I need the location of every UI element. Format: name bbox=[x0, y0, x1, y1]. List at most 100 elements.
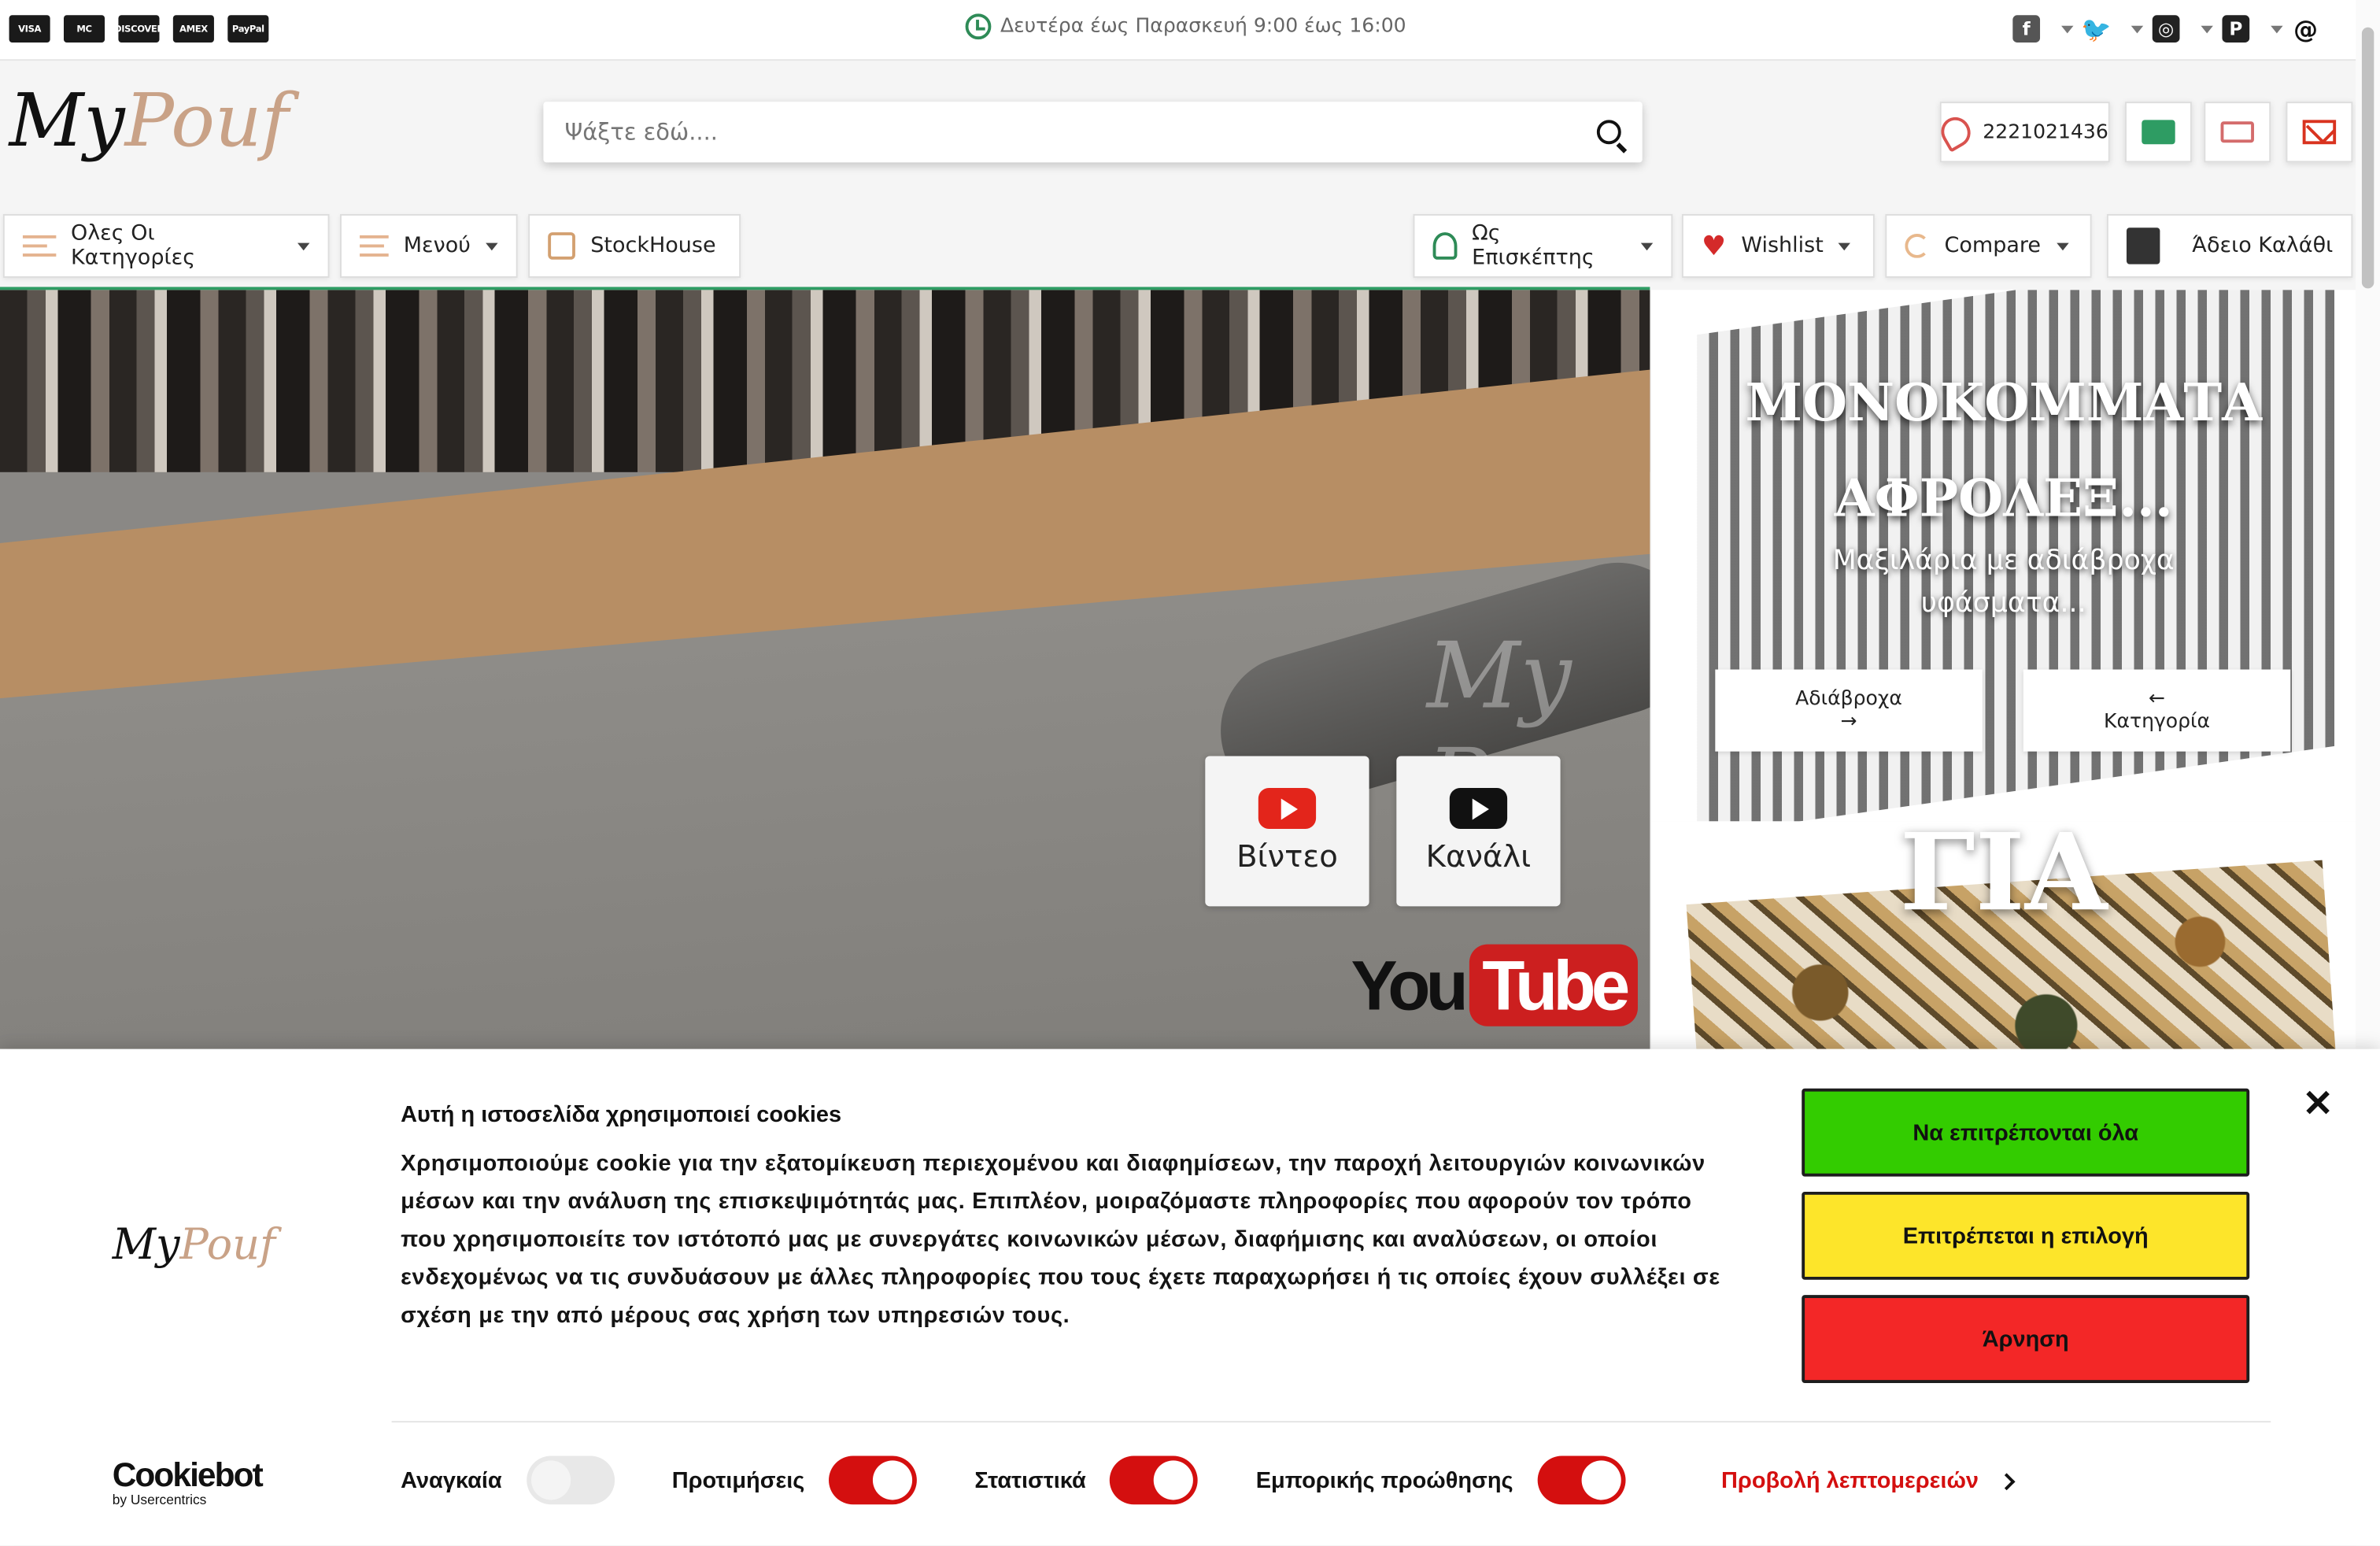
preferences-toggle[interactable] bbox=[829, 1455, 918, 1505]
promo2-title: ΓΙΑ bbox=[1899, 821, 2108, 936]
amex-icon: AMEX bbox=[172, 15, 214, 43]
twitter-icon[interactable]: 🐦 bbox=[2081, 14, 2111, 43]
contact-button[interactable] bbox=[2286, 102, 2353, 163]
channel-button[interactable]: Κανάλι bbox=[1396, 756, 1561, 907]
youtube-play-icon bbox=[1258, 787, 1317, 830]
payment-button[interactable] bbox=[2125, 102, 2192, 163]
shipping-button[interactable] bbox=[2204, 102, 2271, 163]
caret-down-icon bbox=[1839, 242, 1851, 250]
social-facebook[interactable]: f bbox=[2012, 15, 2041, 43]
scrollbar-thumb[interactable] bbox=[2361, 27, 2374, 289]
toggle-label-necessary: Αναγκαία bbox=[401, 1466, 502, 1493]
youtube-logo-you: You bbox=[1351, 945, 1468, 1025]
caret-down-icon bbox=[486, 242, 498, 250]
category-button[interactable]: ← Κατηγορία bbox=[2023, 669, 2291, 752]
chevron-right-icon bbox=[1997, 1472, 2015, 1490]
cookie-consent-banner: MyPouf Αυτή η ιστοσελίδα χρησιμοποιεί co… bbox=[0, 1049, 2380, 1546]
allow-selection-button[interactable]: Επιτρέπεται η επιλογή bbox=[1802, 1191, 2250, 1280]
shopping-bag-icon bbox=[2126, 227, 2160, 264]
phone-button[interactable]: 2221021436 bbox=[1935, 102, 2110, 163]
logo-text-my: My bbox=[9, 79, 125, 165]
nav-categories-label: Ολες Οι Κατηγορίες bbox=[70, 221, 196, 271]
caret-down-icon bbox=[2056, 242, 2068, 250]
hero-video-banner[interactable]: My Po bbox=[0, 290, 1650, 1049]
cookie-toggles: Αναγκαία Προτιμήσεις Στατιστικά Εμπορική… bbox=[401, 1455, 1683, 1505]
nav-cart[interactable]: Άδειο Καλάθι bbox=[2106, 213, 2353, 278]
nav-stockhouse[interactable]: StockHouse bbox=[528, 213, 741, 278]
social-pinterest[interactable]: P bbox=[2201, 15, 2250, 43]
close-icon[interactable]: ✕ bbox=[2303, 1082, 2334, 1126]
youtube-play-icon bbox=[1449, 787, 1508, 830]
toggle-group-statistics: Στατιστικά bbox=[974, 1455, 1199, 1505]
nav-wishlist[interactable]: ♥ Wishlist bbox=[1681, 213, 1875, 278]
business-hours: Δευτέρα έως Παρασκευή 9:00 έως 16:00 bbox=[965, 13, 1406, 40]
deny-button[interactable]: Άρνηση bbox=[1802, 1295, 2250, 1383]
waterproof-button-label: Αδιάβροχα bbox=[1795, 687, 1902, 711]
phone-number: 2221021436 bbox=[1983, 120, 2108, 144]
caret-down-icon bbox=[2061, 24, 2074, 33]
cookiebot-wordmark: Cookiebot bbox=[112, 1455, 264, 1494]
cookie-logo-my: My bbox=[112, 1219, 180, 1270]
caret-down-icon bbox=[2271, 24, 2283, 33]
social-twitter[interactable]: 🐦 bbox=[2061, 14, 2112, 43]
cookie-description: Χρησιμοποιούμε cookie για την εξατομίκευ… bbox=[401, 1150, 1720, 1329]
mail-icon bbox=[2302, 120, 2337, 145]
promo-subtitle-line2: υφάσματα... bbox=[1920, 587, 2086, 620]
cookie-logo-pouf: Pouf bbox=[179, 1219, 275, 1270]
necessary-toggle bbox=[526, 1455, 615, 1505]
site-logo[interactable]: MyPouf bbox=[9, 85, 289, 158]
nav-guest-label: Ως Επισκέπτης bbox=[1472, 221, 1595, 271]
nav-menu[interactable]: Μενού bbox=[340, 213, 518, 278]
channel-button-label: Κανάλι bbox=[1425, 838, 1532, 875]
heart-icon: ♥ bbox=[1701, 230, 1727, 262]
nav-wishlist-label: Wishlist bbox=[1741, 234, 1824, 258]
social-instagram[interactable]: ◎ bbox=[2131, 15, 2180, 43]
pinterest-icon[interactable]: P bbox=[2222, 15, 2250, 43]
toggle-group-marketing: Εμπορικής προώθησης bbox=[1255, 1455, 1626, 1505]
discover-icon: DISCOVER bbox=[114, 15, 164, 43]
marketing-toggle[interactable] bbox=[1537, 1455, 1626, 1505]
caret-down-icon bbox=[1640, 242, 1654, 250]
youtube-logo: You Tube bbox=[1351, 944, 1638, 1026]
social-threads[interactable]: @ bbox=[2271, 14, 2319, 43]
cookie-title: Αυτή η ιστοσελίδα χρησιμοποιεί cookies bbox=[401, 1102, 842, 1128]
allow-all-button[interactable]: Να επιτρέπονται όλα bbox=[1802, 1088, 2250, 1177]
mastercard-icon: MC bbox=[64, 15, 105, 43]
youtube-logo-tube: Tube bbox=[1469, 944, 1638, 1026]
caret-down-icon bbox=[298, 242, 310, 250]
threads-icon[interactable]: @ bbox=[2292, 14, 2319, 43]
toggle-label-marketing: Εμπορικής προώθησης bbox=[1255, 1466, 1513, 1493]
payment-cards: VISA MC DISCOVER AMEX PayPal bbox=[9, 15, 269, 43]
paypal-icon: PayPal bbox=[227, 15, 269, 43]
facebook-icon[interactable]: f bbox=[2012, 15, 2041, 43]
nav-cart-label: Άδειο Καλάθι bbox=[2192, 234, 2334, 258]
toggle-label-statistics: Στατιστικά bbox=[974, 1466, 1086, 1493]
caret-down-icon bbox=[2201, 24, 2213, 33]
search-icon[interactable] bbox=[1596, 120, 1621, 145]
cookiebot-logo[interactable]: Cookiebot by Usercentrics bbox=[112, 1455, 264, 1508]
promo-title-line1: ΜΟΝΟΚΟΜΜΑΤΑ bbox=[1745, 373, 2263, 435]
promo-panel-jungle[interactable]: ΓΙΑ bbox=[1651, 821, 2356, 1049]
arrow-right-icon: → bbox=[1840, 710, 1857, 734]
business-hours-text: Δευτέρα έως Παρασκευή 9:00 έως 16:00 bbox=[1000, 15, 1406, 39]
waterproof-button[interactable]: Αδιάβροχα → bbox=[1715, 669, 1983, 752]
toggle-label-preferences: Προτιμήσεις bbox=[671, 1466, 805, 1493]
cookie-site-logo: MyPouf bbox=[113, 1219, 275, 1270]
caret-down-icon bbox=[2131, 24, 2144, 33]
search-input[interactable] bbox=[564, 118, 1597, 146]
nav-guest[interactable]: Ως Επισκέπτης bbox=[1413, 213, 1673, 278]
nav-compare[interactable]: Compare bbox=[1885, 213, 2092, 278]
video-button[interactable]: Βίντεο bbox=[1205, 756, 1369, 907]
nav-all-categories[interactable]: Ολες Οι Κατηγορίες bbox=[2, 213, 330, 278]
statistics-toggle[interactable] bbox=[1110, 1455, 1199, 1505]
toggle-group-necessary: Αναγκαία bbox=[401, 1455, 615, 1505]
wallet-icon bbox=[2142, 120, 2175, 145]
user-icon bbox=[1432, 232, 1457, 260]
menu-lines-icon bbox=[22, 235, 56, 257]
category-button-label: Κατηγορία bbox=[2104, 710, 2211, 734]
clock-icon bbox=[965, 13, 992, 40]
show-details-link[interactable]: Προβολή λεπτομερειών bbox=[1721, 1468, 2015, 1494]
promo-subtitle-line1: Μαξιλάρια με αδιάβροχα bbox=[1832, 545, 2175, 577]
instagram-icon[interactable]: ◎ bbox=[2152, 15, 2180, 43]
visa-icon: VISA bbox=[9, 15, 50, 43]
